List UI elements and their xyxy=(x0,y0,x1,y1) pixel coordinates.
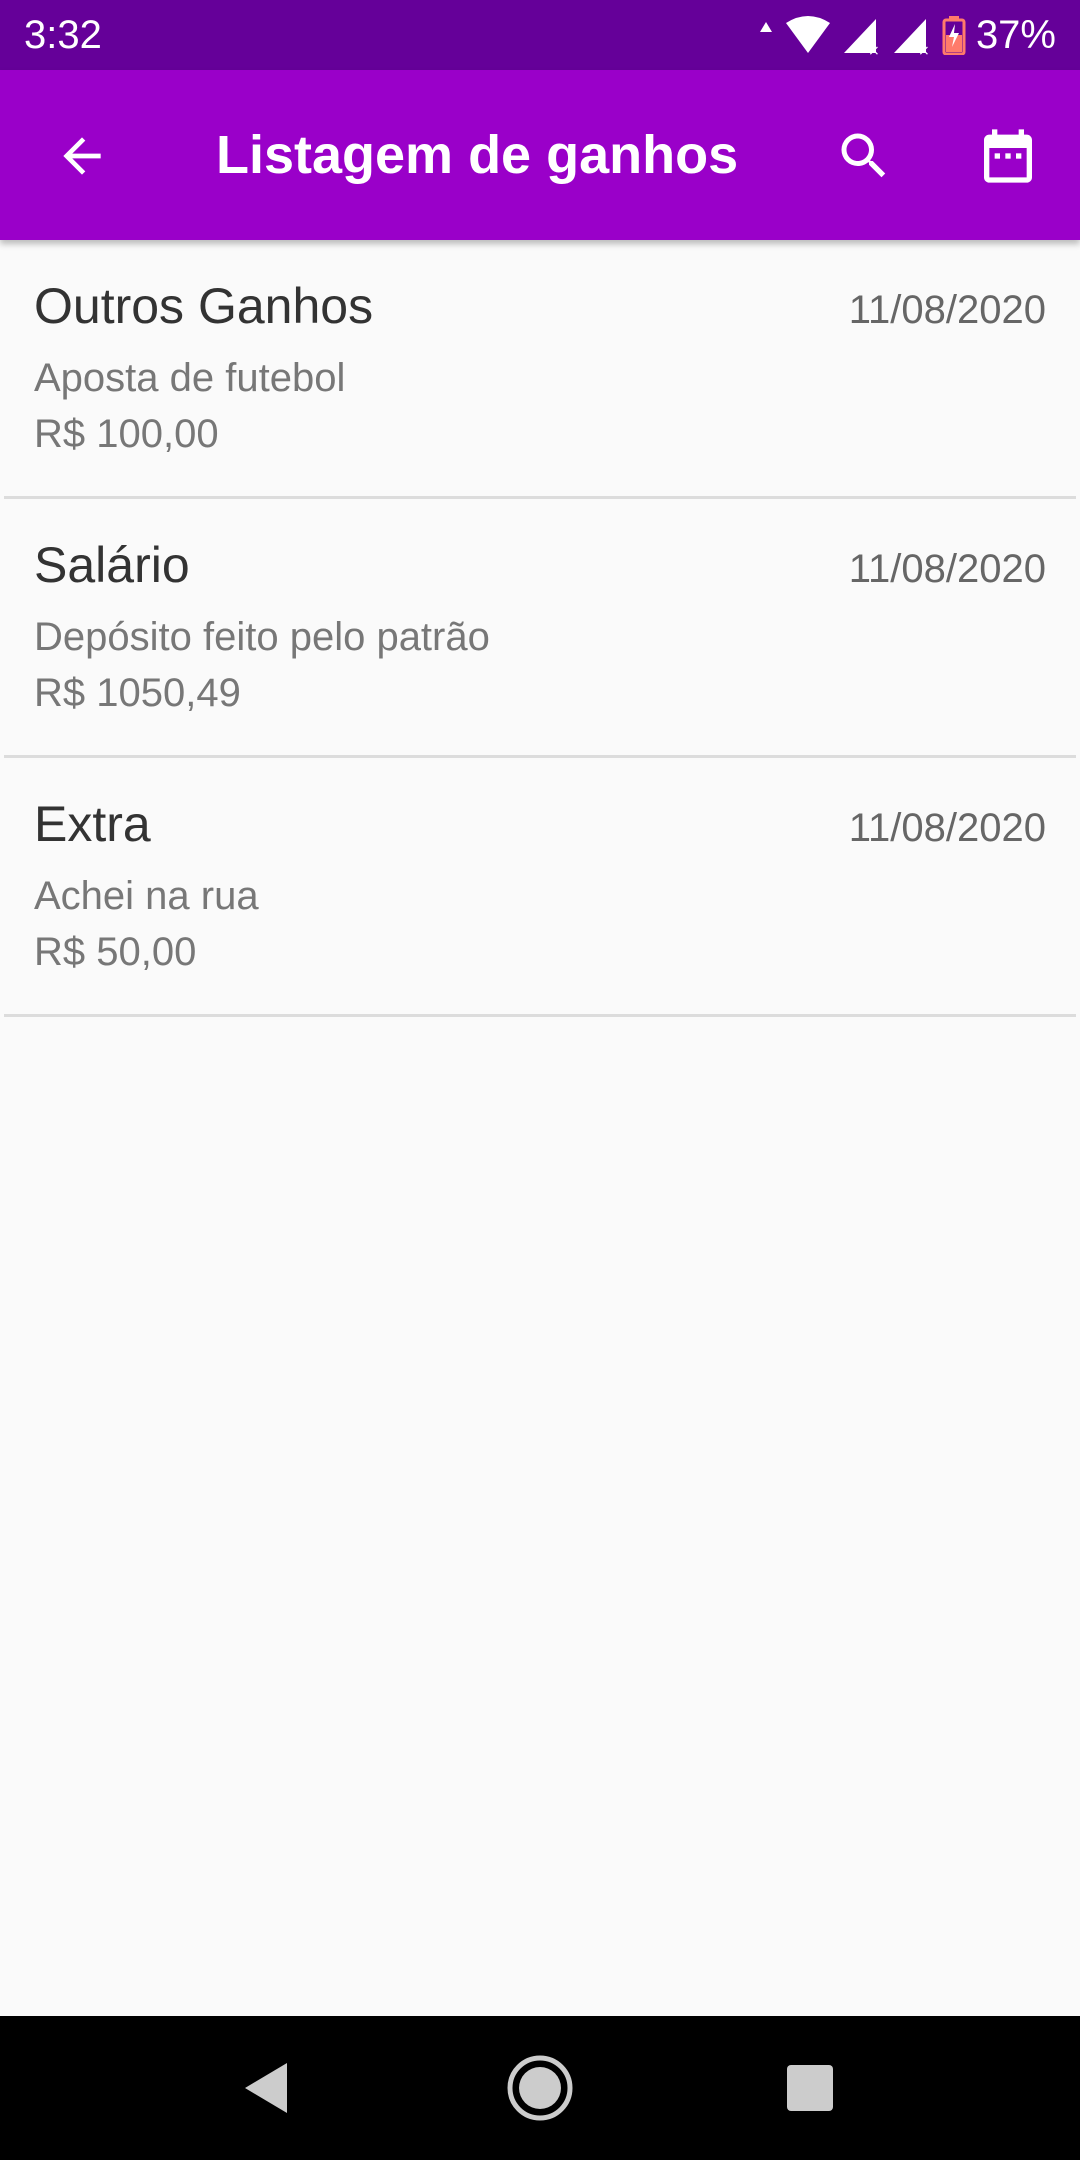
item-date: 11/08/2020 xyxy=(848,547,1046,591)
item-date: 11/08/2020 xyxy=(848,806,1046,850)
nav-recents-button[interactable] xyxy=(760,2038,860,2138)
calendar-button[interactable] xyxy=(966,114,1050,198)
earnings-list: Outros Ganhos 11/08/2020 Aposta de futeb… xyxy=(0,240,1080,1017)
search-button[interactable] xyxy=(822,114,906,198)
item-amount: R$ 100,00 xyxy=(34,412,219,456)
item-description: Depósito feito pelo patrão xyxy=(34,615,490,659)
nav-home-icon xyxy=(507,2055,573,2121)
wifi-icon xyxy=(785,16,830,53)
item-category: Salário xyxy=(34,537,190,593)
battery-percent: 37% xyxy=(975,13,1056,57)
svg-text:×: × xyxy=(868,43,880,55)
navigation-bar xyxy=(0,2016,1080,2160)
data-arrows-icon xyxy=(759,22,772,32)
status-bar: 3:32 × × 37% xyxy=(0,0,1080,70)
svg-text:×: × xyxy=(918,43,930,55)
calendar-icon xyxy=(984,129,1032,183)
signal-icon: × xyxy=(893,19,930,55)
back-button[interactable] xyxy=(40,114,124,198)
item-category: Extra xyxy=(34,796,151,852)
page-title: Listagem de ganhos xyxy=(216,125,739,185)
nav-home-button[interactable] xyxy=(490,2038,590,2138)
list-item[interactable]: Extra 11/08/2020 Achei na rua R$ 50,00 xyxy=(4,758,1076,1017)
list-item[interactable]: Salário 11/08/2020 Depósito feito pelo p… xyxy=(4,499,1076,758)
back-arrow-icon xyxy=(63,137,101,175)
battery-charging-icon xyxy=(942,16,966,55)
item-description: Achei na rua xyxy=(34,874,259,918)
status-time: 3:32 xyxy=(24,13,102,57)
status-icons: × × 37% xyxy=(758,12,1056,58)
item-description: Aposta de futebol xyxy=(34,356,346,400)
nav-recents-icon xyxy=(787,2065,833,2111)
nav-back-button[interactable] xyxy=(216,2038,316,2138)
signal-icon: × xyxy=(843,19,880,55)
search-icon xyxy=(841,133,886,178)
list-item[interactable]: Outros Ganhos 11/08/2020 Aposta de futeb… xyxy=(4,240,1076,499)
item-amount: R$ 50,00 xyxy=(34,930,197,974)
item-amount: R$ 1050,49 xyxy=(34,671,241,715)
item-date: 11/08/2020 xyxy=(848,288,1046,332)
app-bar: Listagem de ganhos xyxy=(0,70,1080,240)
nav-back-icon xyxy=(245,2063,287,2113)
item-category: Outros Ganhos xyxy=(34,278,374,334)
